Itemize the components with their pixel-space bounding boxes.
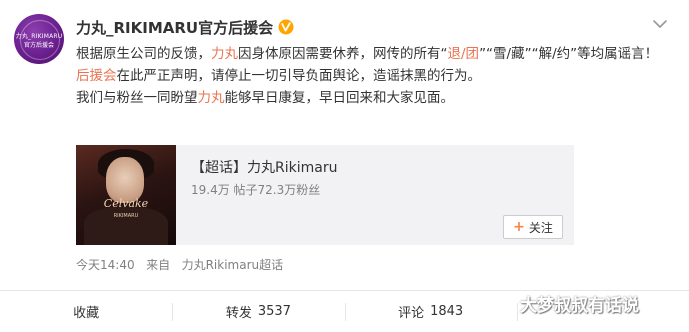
text-segment: 因身体原因需要休养，网传的所有“ <box>238 46 448 62</box>
source-prefix: 来自 <box>146 258 171 272</box>
text-segment: 在此严正声明，请停止一切引导负面舆论，造谣抹黑的行为。 <box>116 68 482 84</box>
repost-label: 转发 <box>225 306 252 321</box>
thumbnail-small-text: RIKIMARU <box>113 213 139 219</box>
topic-link-tuituan[interactable]: 退/团 <box>448 46 480 62</box>
post-header: 力丸_RIKIMARU官方后援会 <box>76 16 294 38</box>
meta-spacer <box>174 258 178 272</box>
thumbnail-script-text: Celvake <box>103 197 149 210</box>
source-link[interactable]: 力丸Rikimaru超话 <box>182 258 284 272</box>
topic-link-rikimaru[interactable]: 力丸 <box>211 46 238 62</box>
comment-button[interactable]: 评论 1843 <box>344 291 517 332</box>
avatar-bottom-text: 官方后援会 <box>23 42 54 49</box>
supertopic-stats: 19.4万 帖子72.3万粉丝 <box>191 183 321 197</box>
supertopic-card[interactable]: Celvake RIKIMARU 【超话】力丸Rikimaru 19.4万 帖子… <box>76 145 574 245</box>
favorite-button[interactable]: 收藏 <box>0 291 172 332</box>
verified-v-icon <box>278 19 294 35</box>
text-segment: 根据原生公司的反馈， <box>76 46 211 62</box>
avatar[interactable]: 力丸_RIKIMARU 官方后援会 <box>14 14 64 64</box>
supertopic-thumbnail[interactable]: Celvake RIKIMARU <box>76 145 176 245</box>
meta-spacer <box>138 258 142 272</box>
text-segment: 我们与粉丝一同盼望 <box>76 90 198 106</box>
comment-count: 1843 <box>430 304 464 319</box>
follow-button[interactable]: + 关注 <box>503 215 563 239</box>
text-segment: 能够早日康复，早日回来和大家见面。 <box>224 90 455 106</box>
action-bar: 收藏 转发 3537 评论 1843 <box>0 291 689 332</box>
follow-button-label: 关注 <box>528 220 553 235</box>
post-meta: 今天14:40 来自 力丸Rikimaru超话 <box>76 256 283 273</box>
chevron-down-icon[interactable] <box>652 18 668 30</box>
repost-button[interactable]: 转发 3537 <box>172 291 344 332</box>
post-paragraph-2: 后援会在此严正声明，请停止一切引导负面舆论，造谣抹黑的行为。 <box>76 65 660 87</box>
plus-icon: + <box>513 219 525 235</box>
post-text: 根据原生公司的反馈，力丸因身体原因需要休养，网传的所有“退/团”“雪/藏”“解/… <box>76 43 660 109</box>
topic-link-rikimaru[interactable]: 力丸 <box>198 90 225 106</box>
username-link[interactable]: 力丸_RIKIMARU官方后援会 <box>76 17 273 38</box>
topic-link-fanclub[interactable]: 后援会 <box>76 68 117 84</box>
supertopic-title[interactable]: 【超话】力丸Rikimaru <box>191 157 337 177</box>
weibo-post-card: 力丸_RIKIMARU 官方后援会 力丸_RIKIMARU官方后援会 根据原生公… <box>0 0 689 332</box>
comment-label: 评论 <box>398 306 425 321</box>
post-paragraph-1: 根据原生公司的反馈，力丸因身体原因需要休养，网传的所有“退/团”“雪/藏”“解/… <box>76 43 660 65</box>
avatar-top-text: 力丸_RIKIMARU <box>15 33 63 40</box>
text-segment: ”“雪/藏”“解/约”等均属谣言！ <box>479 46 659 62</box>
favorite-label: 收藏 <box>73 306 100 321</box>
like-button[interactable] <box>516 291 689 332</box>
post-time-link[interactable]: 今天14:40 <box>76 258 135 272</box>
repost-count: 3537 <box>257 304 291 319</box>
post-paragraph-3: 我们与粉丝一同盼望力丸能够早日康复，早日回来和大家见面。 <box>76 87 660 109</box>
